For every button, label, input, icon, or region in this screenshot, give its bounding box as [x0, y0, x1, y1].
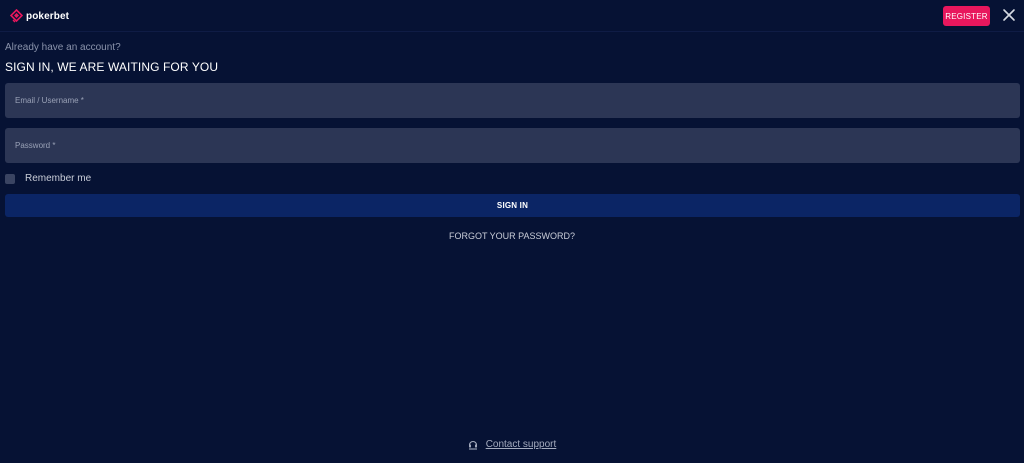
close-icon[interactable] — [1001, 7, 1017, 23]
logo[interactable]: pokerbet — [10, 8, 69, 24]
register-button[interactable]: REGISTER — [943, 6, 990, 26]
sign-in-button[interactable]: SIGN IN — [5, 194, 1020, 217]
login-page: pokerbet REGISTER Already have an accoun… — [0, 0, 1024, 463]
page-title: SIGN IN, WE ARE WAITING FOR YOU — [5, 60, 219, 74]
header: pokerbet REGISTER — [0, 0, 1024, 32]
contact-support-link[interactable]: Contact support — [486, 439, 557, 450]
forgot-password-link[interactable]: FORGOT YOUR PASSWORD? — [0, 231, 1024, 241]
email-field[interactable] — [5, 83, 1020, 118]
remember-me[interactable]: Remember me — [5, 173, 91, 184]
pokerbet-logo-icon — [10, 9, 23, 23]
headset-icon[interactable] — [468, 439, 478, 450]
logo-text: pokerbet — [26, 10, 70, 22]
login-subtitle: Already have an account? — [5, 42, 121, 53]
remember-me-checkbox[interactable] — [5, 173, 15, 184]
remember-me-label[interactable]: Remember me — [25, 173, 91, 184]
password-field[interactable] — [5, 128, 1020, 163]
contact-support: Contact support — [0, 439, 1024, 450]
